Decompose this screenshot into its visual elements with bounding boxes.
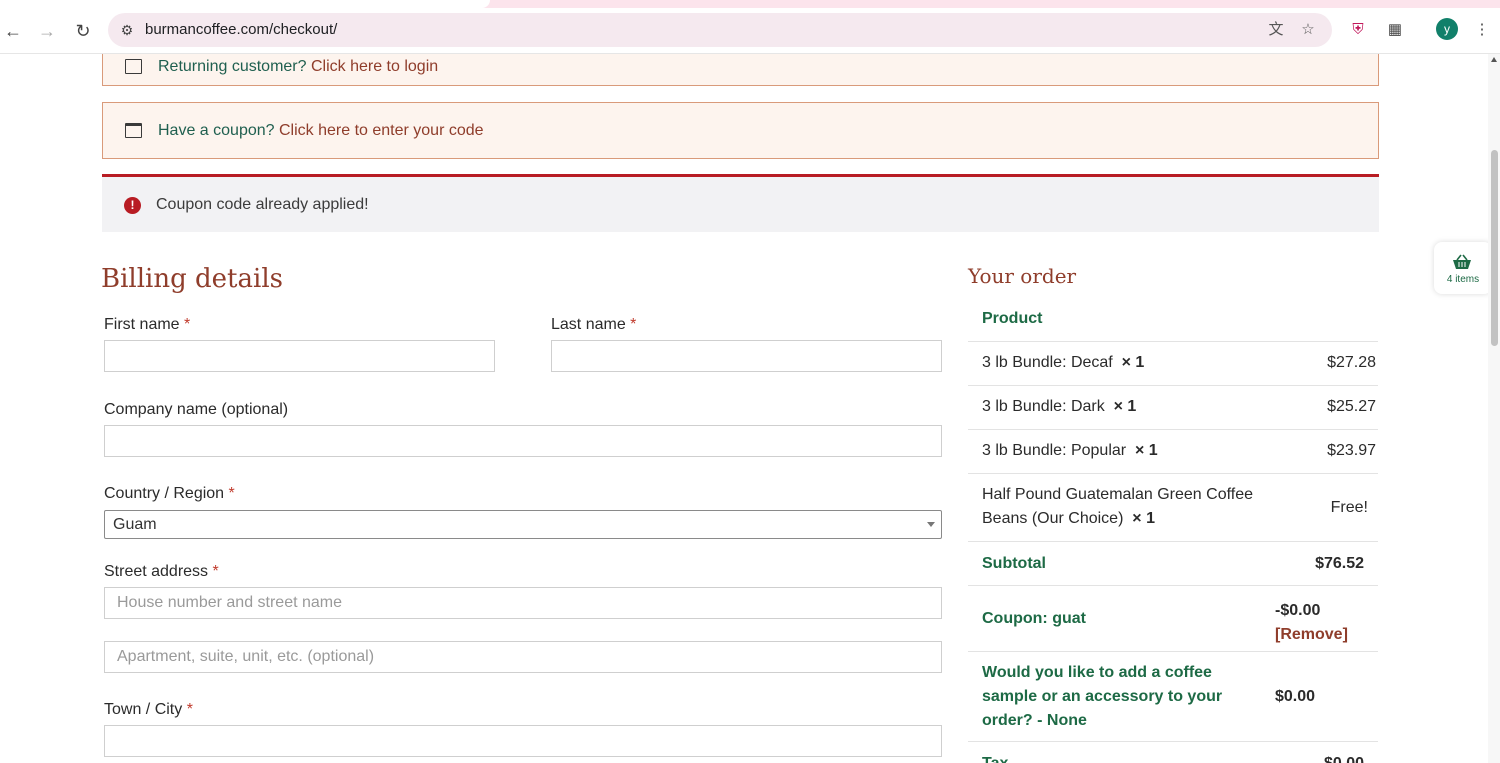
addon-label: Would you like to add a coffee sample or… <box>982 664 1223 729</box>
browser-toolbar: ← → ↻ ⚙ burmancoffee.com/checkout/ 文 ☆ ⛨… <box>0 8 1500 54</box>
address-bar[interactable]: ⚙ burmancoffee.com/checkout/ 文 ☆ <box>108 13 1332 47</box>
company-label: Company name (optional) <box>104 401 289 418</box>
order-item-row: 3 lb Bundle: Popular × 1 $23.97 <box>968 430 1378 474</box>
coupon-value: -$0.00 <box>1275 602 1321 619</box>
order-item-row: 3 lb Bundle: Decaf × 1 $27.28 <box>968 342 1378 386</box>
last-name-label: Last name * <box>551 316 637 333</box>
order-header-row: Product <box>968 298 1378 342</box>
remove-coupon-link[interactable]: [Remove] <box>1275 623 1348 647</box>
checkout-page: Returning customer? Click here to login … <box>0 54 1500 763</box>
subtotal-value: $76.52 <box>1315 555 1364 572</box>
forward-icon[interactable]: → <box>34 18 60 44</box>
city-label: Town / City * <box>104 701 193 718</box>
browser-menu-icon[interactable]: ⋮ <box>1471 19 1493 41</box>
cart-widget[interactable]: 4 items <box>1434 242 1492 294</box>
item-qty: × 1 <box>1135 442 1158 459</box>
order-item-row: Half Pound Guatemalan Green Coffee Beans… <box>968 474 1378 542</box>
tax-label: Tax <box>982 752 1008 763</box>
tax-value: $0.00 <box>1324 755 1364 763</box>
scrollbar-thumb[interactable] <box>1491 150 1498 346</box>
extensions-puzzle-icon[interactable]: ▦ <box>1384 19 1406 41</box>
item-name: Half Pound Guatemalan Green Coffee Beans… <box>982 486 1253 527</box>
item-price: Free! <box>1330 499 1368 516</box>
chevron-down-icon <box>927 522 935 527</box>
returning-text: Returning customer? <box>158 58 307 75</box>
addon-value: $0.00 <box>1275 688 1316 705</box>
apartment-field[interactable]: Apartment, suite, unit, etc. (optional) <box>104 641 942 673</box>
tab-strip <box>0 0 1500 8</box>
country-value: Guam <box>113 516 157 533</box>
reload-icon[interactable]: ↻ <box>70 18 96 44</box>
item-price: $23.97 <box>1327 442 1376 459</box>
returning-customer-notice: Returning customer? Click here to login <box>102 54 1379 86</box>
addon-row: Would you like to add a coffee sample or… <box>968 652 1378 742</box>
company-field[interactable] <box>104 425 942 457</box>
item-qty: × 1 <box>1113 398 1137 415</box>
item-name: 3 lb Bundle: Decaf <box>982 354 1113 371</box>
order-item-row: 3 lb Bundle: Dark × 1 $25.27 <box>968 386 1378 430</box>
first-name-field[interactable] <box>104 340 495 372</box>
error-icon: ! <box>124 197 141 214</box>
city-field[interactable] <box>104 725 942 757</box>
subtotal-label: Subtotal <box>982 555 1046 572</box>
street-label: Street address * <box>104 563 219 580</box>
country-label: Country / Region * <box>104 485 235 502</box>
url-text[interactable]: burmancoffee.com/checkout/ <box>145 21 337 38</box>
scroll-up-icon[interactable] <box>1491 57 1497 62</box>
error-notice: ! Coupon code already applied! <box>102 174 1379 232</box>
product-header: Product <box>982 310 1043 327</box>
enter-coupon-link[interactable]: Click here to enter your code <box>279 122 484 139</box>
notice-icon <box>125 59 142 74</box>
item-price: $25.27 <box>1327 398 1376 415</box>
subtotal-row: Subtotal $76.52 <box>968 542 1378 586</box>
shield-extension-icon[interactable]: ⛨ <box>1347 19 1369 41</box>
cart-count: 4 items <box>1446 274 1480 285</box>
page-scrollbar[interactable] <box>1488 54 1500 763</box>
item-name: 3 lb Bundle: Dark <box>982 398 1105 415</box>
basket-icon <box>1453 254 1471 269</box>
last-name-field[interactable] <box>551 340 942 372</box>
item-qty: × 1 <box>1121 354 1145 371</box>
notice-icon <box>125 123 142 138</box>
coupon-label: Coupon: guat <box>982 610 1086 627</box>
site-settings-icon[interactable]: ⚙ <box>118 21 136 39</box>
login-link[interactable]: Click here to login <box>311 58 438 75</box>
error-message: Coupon code already applied! <box>156 196 369 213</box>
street-address-field[interactable]: House number and street name <box>104 587 942 619</box>
back-icon[interactable]: ← <box>0 18 26 44</box>
coupon-row: Coupon: guat -$0.00 [Remove] <box>968 586 1378 652</box>
coupon-notice: Have a coupon? Click here to enter your … <box>102 102 1379 159</box>
bookmark-star-icon[interactable]: ☆ <box>1298 20 1318 40</box>
country-select[interactable]: Guam <box>104 510 942 539</box>
item-name: 3 lb Bundle: Popular <box>982 442 1127 459</box>
item-price: $27.28 <box>1327 354 1376 371</box>
first-name-label: First name * <box>104 316 191 333</box>
item-qty: × 1 <box>1132 510 1155 527</box>
translate-icon[interactable]: 文 <box>1266 20 1286 40</box>
coupon-text: Have a coupon? <box>158 122 275 139</box>
active-tab[interactable] <box>0 0 490 8</box>
billing-title: Billing details <box>101 264 283 294</box>
profile-avatar[interactable]: y <box>1436 18 1458 40</box>
your-order-title: Your order <box>968 264 1077 288</box>
tax-row: Tax $0.00 <box>968 742 1378 763</box>
